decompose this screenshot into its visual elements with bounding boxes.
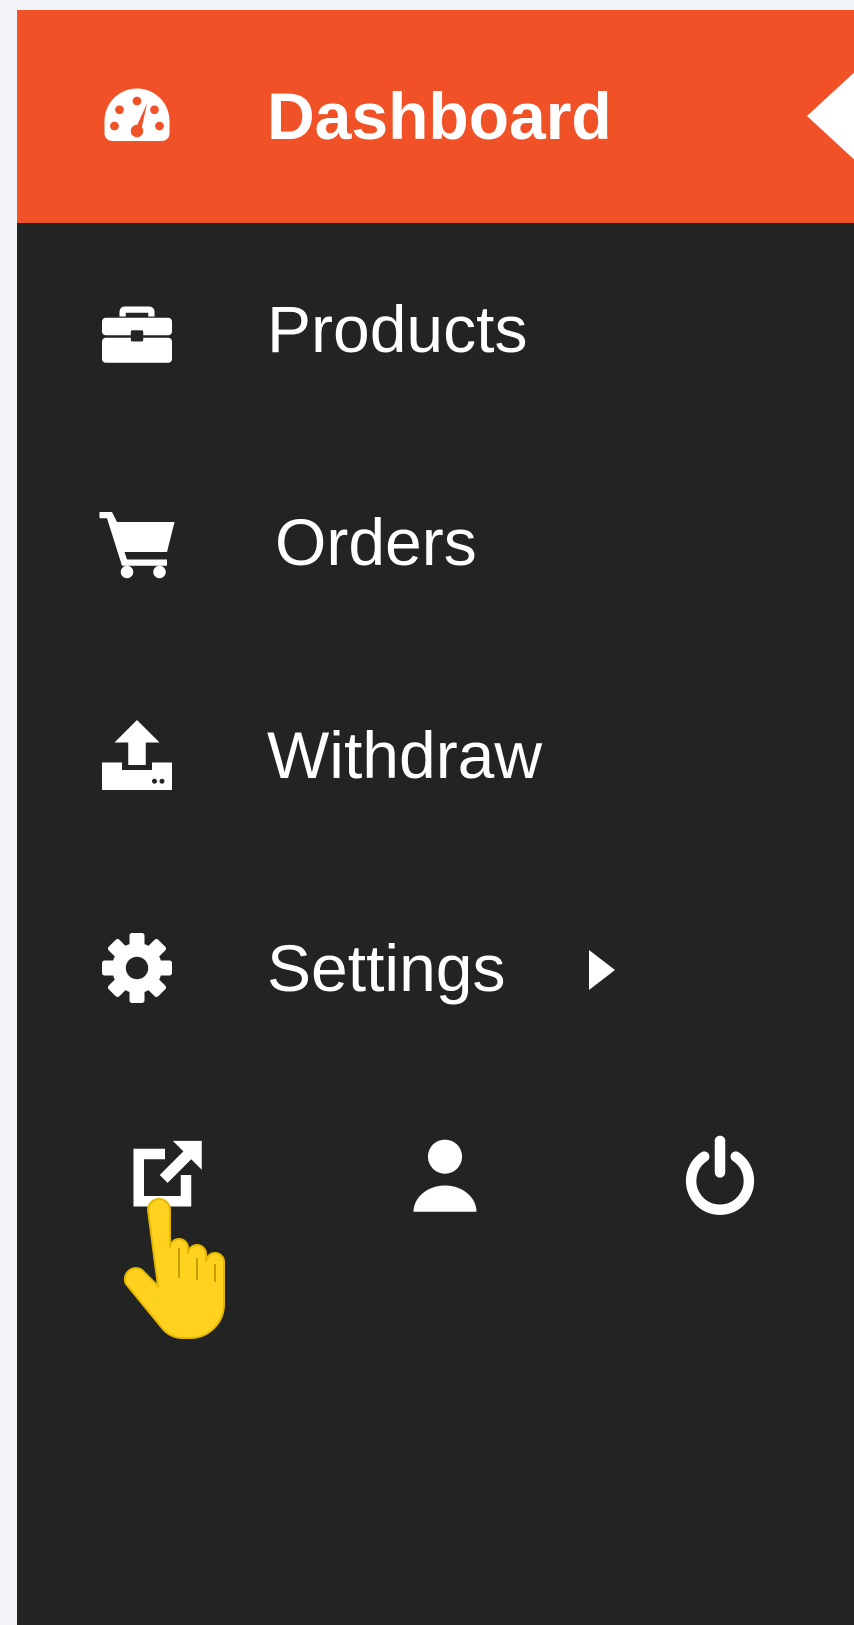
- sidebar-item-label: Settings: [267, 931, 506, 1005]
- external-link-icon[interactable]: [120, 1130, 210, 1220]
- dashboard-gauge-icon: [97, 76, 177, 156]
- sidebar-item-products[interactable]: Products: [17, 223, 854, 436]
- sidebar-item-label: Withdraw: [267, 718, 543, 792]
- active-indicator: [807, 68, 854, 164]
- sidebar-item-settings[interactable]: Settings: [17, 862, 854, 1075]
- sidebar-item-label: Dashboard: [267, 79, 612, 153]
- briefcase-icon: [97, 289, 177, 369]
- sidebar-footer: [17, 1130, 854, 1230]
- gear-icon: [97, 928, 177, 1008]
- sidebar-item-dashboard[interactable]: Dashboard: [17, 10, 854, 223]
- sidebar-item-orders[interactable]: Orders: [17, 436, 854, 649]
- chevron-right-icon: [589, 950, 615, 990]
- power-icon[interactable]: [675, 1130, 765, 1220]
- sidebar-item-withdraw[interactable]: Withdraw: [17, 649, 854, 862]
- user-icon[interactable]: [400, 1130, 490, 1220]
- shopping-cart-icon: [97, 502, 177, 582]
- sidebar: Dashboard Products Orders Withdraw Setti…: [17, 10, 854, 1625]
- sidebar-item-label: Products: [267, 292, 528, 366]
- upload-tray-icon: [97, 715, 177, 795]
- sidebar-item-label: Orders: [275, 505, 477, 579]
